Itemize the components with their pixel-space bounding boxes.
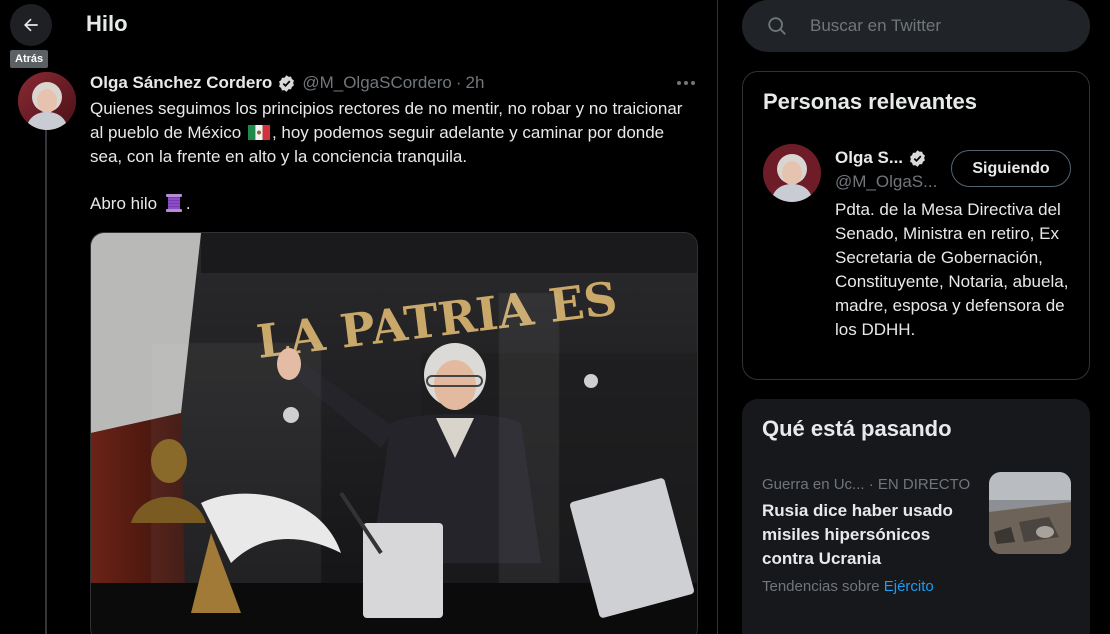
relevant-person-bio: Pdta. de la Mesa Directiva del Senado, M… xyxy=(835,200,1069,339)
relevant-person-handle[interactable]: @M_OlgaS... xyxy=(835,172,937,192)
trend-thumbnail[interactable] xyxy=(989,472,1071,554)
relevant-person-name[interactable]: Olga S... xyxy=(835,148,903,168)
search-icon xyxy=(768,17,786,35)
tweet-text-part-3: Abro hilo xyxy=(90,194,158,213)
tweet-header: Olga Sánchez Cordero @M_OlgaSCordero · 2… xyxy=(90,73,484,93)
verified-badge-icon xyxy=(908,149,927,168)
trend-title[interactable]: Rusia dice haber usado misiles hipersóni… xyxy=(762,499,977,571)
separator-dot: · xyxy=(455,73,462,92)
more-options-button[interactable] xyxy=(672,72,700,94)
thread-connector-line xyxy=(45,130,47,634)
tweet-time[interactable]: 2h xyxy=(466,73,485,93)
relevant-person-name-row[interactable]: Olga S... xyxy=(835,148,933,168)
relevant-person-avatar[interactable] xyxy=(763,144,821,202)
back-tooltip: Atrás xyxy=(10,50,49,68)
tweet-text-end: . xyxy=(185,194,191,213)
mexico-flag-icon xyxy=(247,123,270,140)
arrow-left-icon xyxy=(24,18,38,32)
following-button[interactable]: Siguiendo xyxy=(951,150,1071,187)
search-box[interactable] xyxy=(742,0,1090,52)
tweet-photo[interactable]: LA PATRIA ES xyxy=(90,232,698,634)
author-handle[interactable]: @M_OlgaSCordero xyxy=(302,73,452,93)
tweet-text: Quienes seguimos los principios rectores… xyxy=(90,97,700,216)
page-title: Hilo xyxy=(86,11,128,36)
author-avatar[interactable] xyxy=(18,72,76,130)
back-button[interactable] xyxy=(10,4,52,46)
thread-spool-icon xyxy=(165,193,183,213)
more-options-icon xyxy=(677,81,695,85)
verified-badge-icon xyxy=(277,74,296,93)
main-column: Atrás Hilo Olga Sánchez Cordero @M_OlgaS… xyxy=(0,0,718,634)
search-input[interactable] xyxy=(810,16,1080,36)
author-name[interactable]: Olga Sánchez Cordero xyxy=(90,73,272,93)
trend-topic-link[interactable]: Ejército xyxy=(884,578,934,595)
relevant-people-card: Personas relevantes Olga S... @M_OlgaS..… xyxy=(742,71,1090,380)
relevant-people-title: Personas relevantes xyxy=(763,89,978,114)
whats-happening-title: Qué está pasando xyxy=(762,416,952,441)
